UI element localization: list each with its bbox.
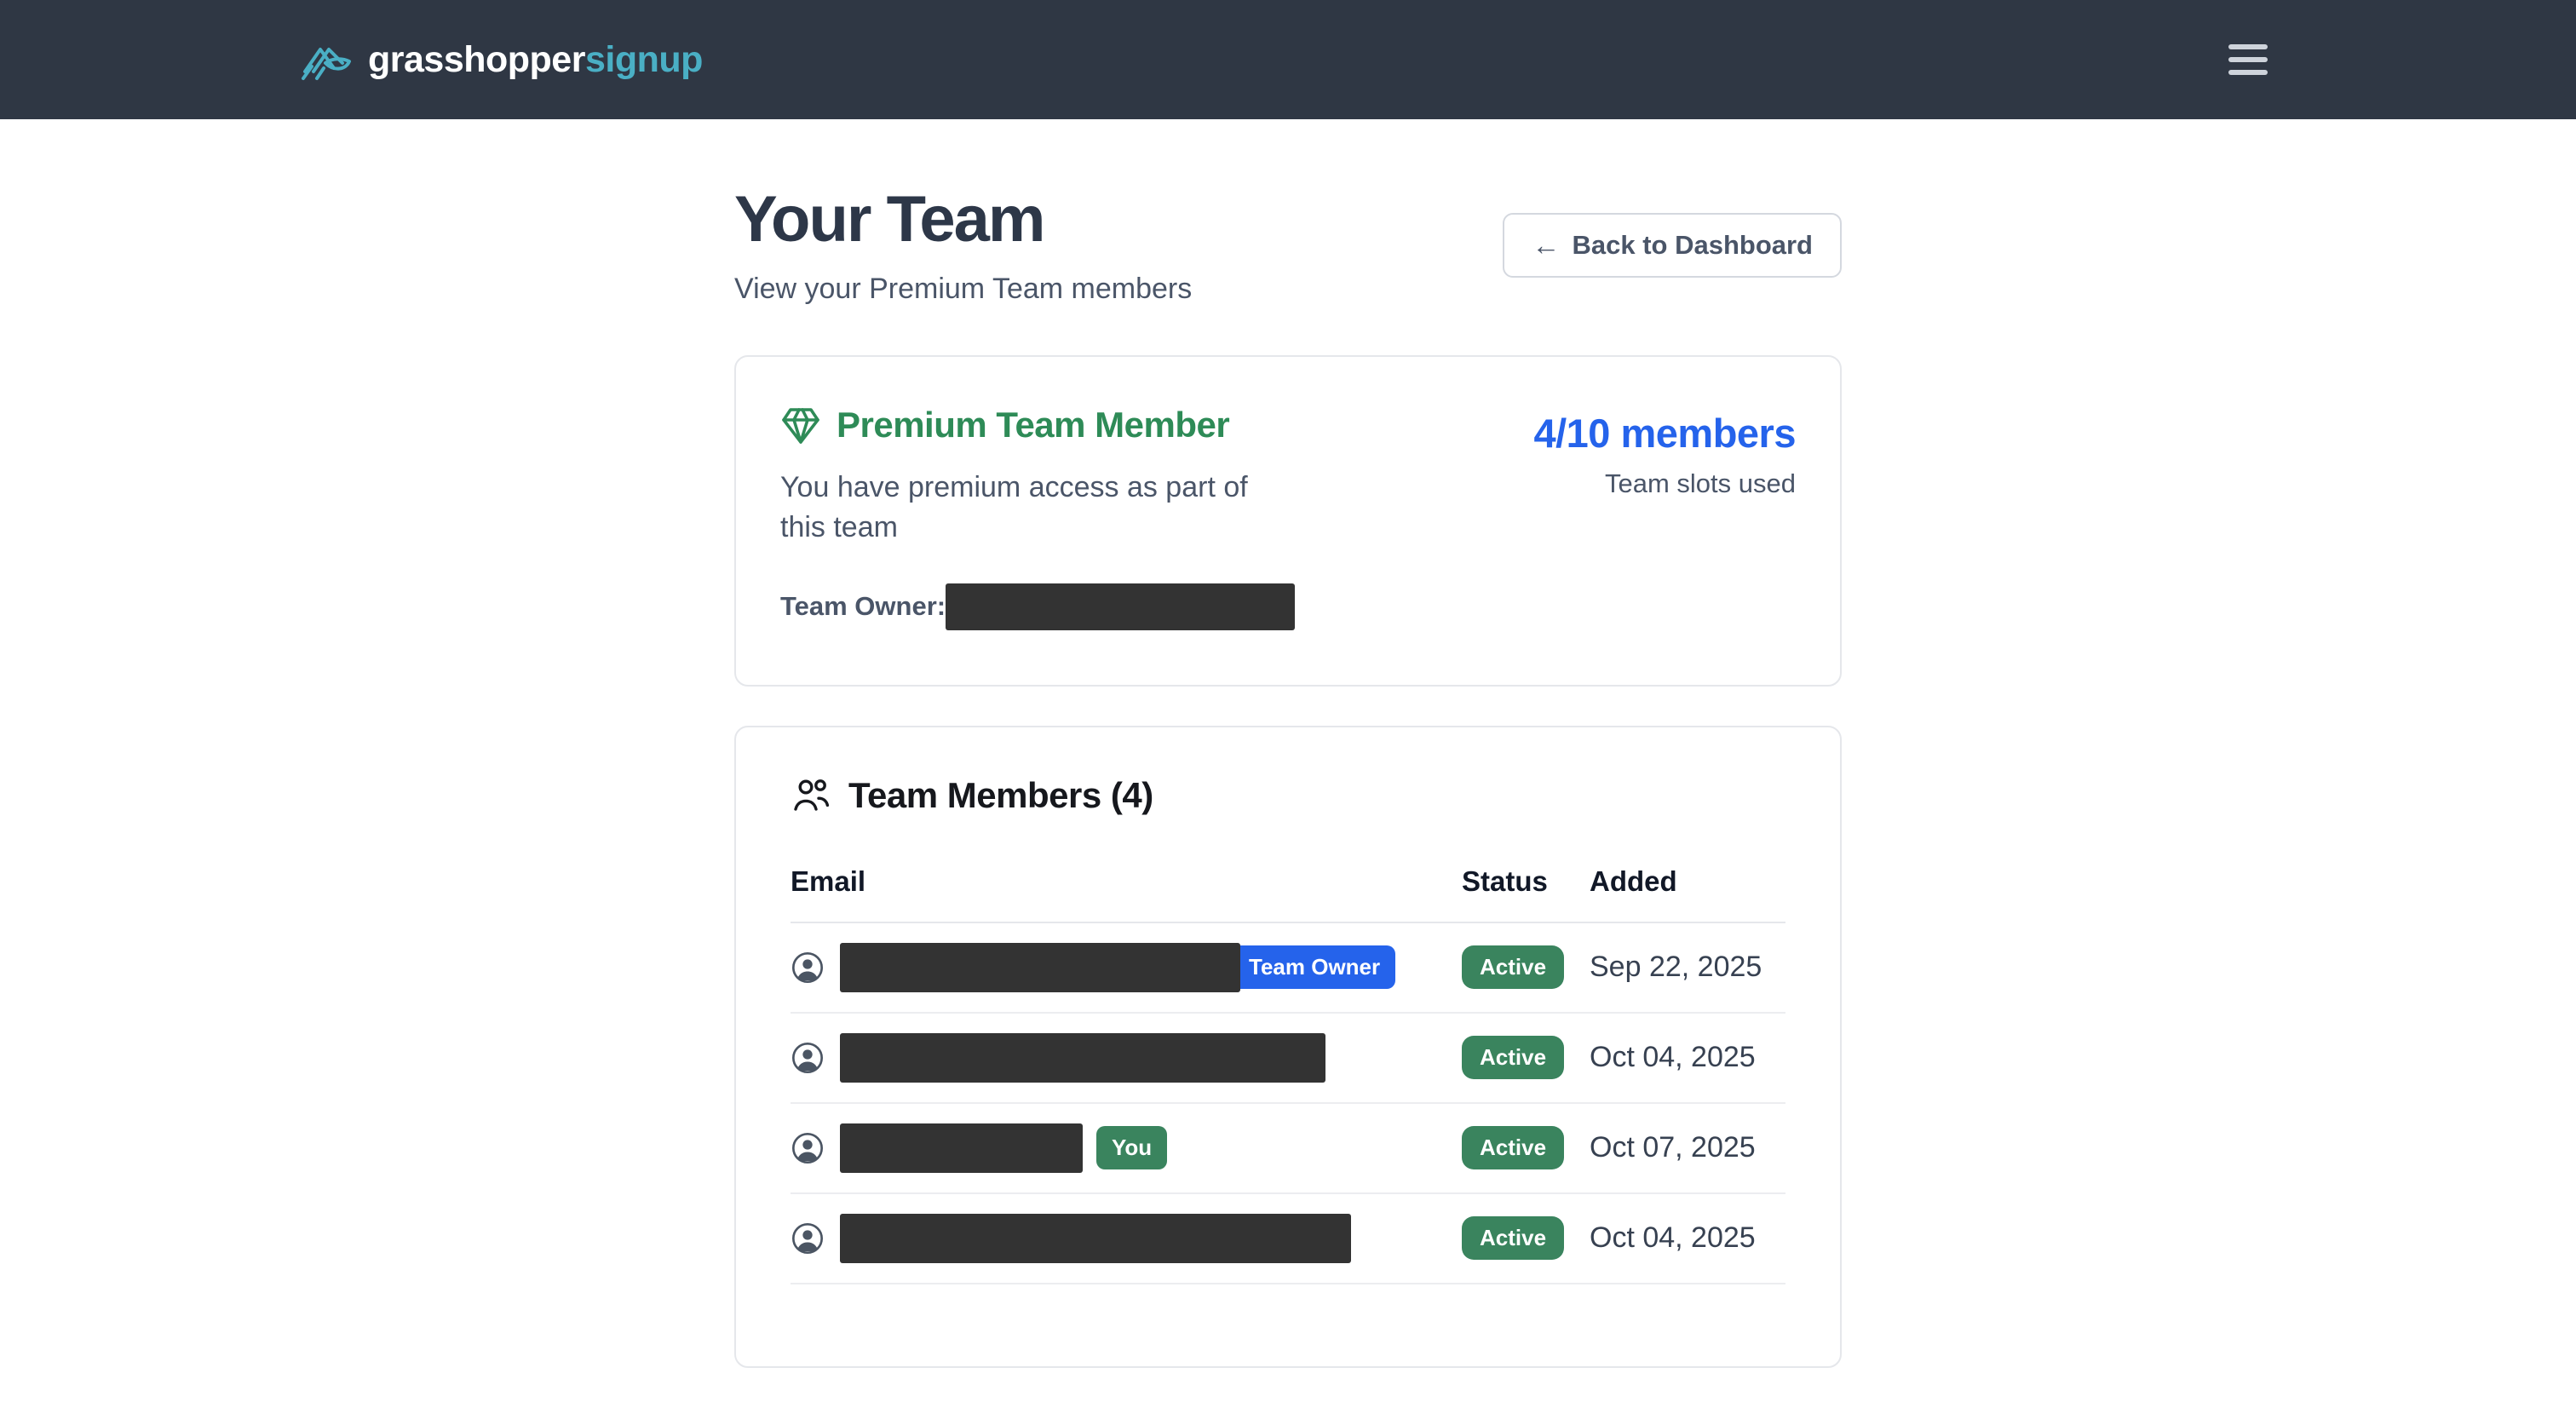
- members-table: Email Status Added Team: [791, 865, 1785, 1284]
- top-navbar: grasshoppersignup: [0, 0, 2576, 119]
- team-members-card: Team Members (4) Email Status Added: [734, 726, 1842, 1368]
- users-icon: [791, 775, 831, 816]
- premium-card-title: Premium Team Member: [837, 405, 1229, 445]
- team-members-title: Team Members (4): [848, 775, 1153, 816]
- slots-used-caption: Team slots used: [1533, 468, 1796, 499]
- added-date: Oct 04, 2025: [1590, 1221, 1785, 1255]
- brand-name-accent: signup: [585, 39, 703, 80]
- back-to-dashboard-button[interactable]: ← Back to Dashboard: [1503, 213, 1842, 278]
- gem-icon: [780, 405, 821, 445]
- menu-button[interactable]: [2220, 36, 2276, 83]
- added-date: Oct 07, 2025: [1590, 1131, 1785, 1164]
- added-date: Sep 22, 2025: [1590, 951, 1785, 984]
- status-badge: Active: [1462, 945, 1564, 989]
- premium-membership-card: Premium Team Member You have premium acc…: [734, 355, 1842, 687]
- col-header-status: Status: [1462, 865, 1590, 898]
- table-row: You Active Oct 07, 2025: [791, 1104, 1785, 1194]
- added-date: Oct 04, 2025: [1590, 1041, 1785, 1074]
- page-subtitle: View your Premium Team members: [734, 273, 1192, 306]
- avatar-icon: [791, 951, 825, 985]
- main-content: Your Team View your Premium Team members…: [734, 119, 1842, 1402]
- status-badge: Active: [1462, 1216, 1564, 1260]
- redacted-email: [840, 943, 1240, 992]
- page-header: Your Team View your Premium Team members…: [734, 186, 1842, 306]
- redacted-owner-email: [946, 583, 1295, 630]
- premium-card-description: You have premium access as part of this …: [780, 468, 1274, 548]
- you-badge: You: [1096, 1126, 1167, 1169]
- table-row: Team Owner Active Sep 22, 2025: [791, 923, 1785, 1014]
- grasshopper-icon: [300, 37, 353, 82]
- brand-logo[interactable]: grasshoppersignup: [300, 37, 703, 82]
- col-header-added: Added: [1590, 865, 1785, 898]
- back-button-label: Back to Dashboard: [1572, 230, 1813, 261]
- redacted-email: [840, 1214, 1351, 1263]
- avatar-icon: [791, 1041, 825, 1075]
- table-row: Active Oct 04, 2025: [791, 1014, 1785, 1104]
- status-badge: Active: [1462, 1126, 1564, 1169]
- avatar-icon: [791, 1221, 825, 1255]
- left-arrow-icon: ←: [1532, 229, 1560, 261]
- team-owner-label: Team Owner:: [780, 591, 946, 622]
- team-owner-badge: Team Owner: [1213, 945, 1395, 989]
- table-header-row: Email Status Added: [791, 865, 1785, 923]
- table-row: Active Oct 04, 2025: [791, 1194, 1785, 1284]
- redacted-email: [840, 1033, 1325, 1083]
- avatar-icon: [791, 1131, 825, 1165]
- redacted-email: [840, 1123, 1083, 1173]
- members-count: 4/10 members: [1533, 410, 1796, 457]
- hamburger-icon: [2228, 44, 2268, 49]
- status-badge: Active: [1462, 1036, 1564, 1079]
- col-header-email: Email: [791, 865, 1462, 898]
- brand-name-primary: grasshopper: [368, 39, 585, 80]
- page-title: Your Team: [734, 186, 1192, 254]
